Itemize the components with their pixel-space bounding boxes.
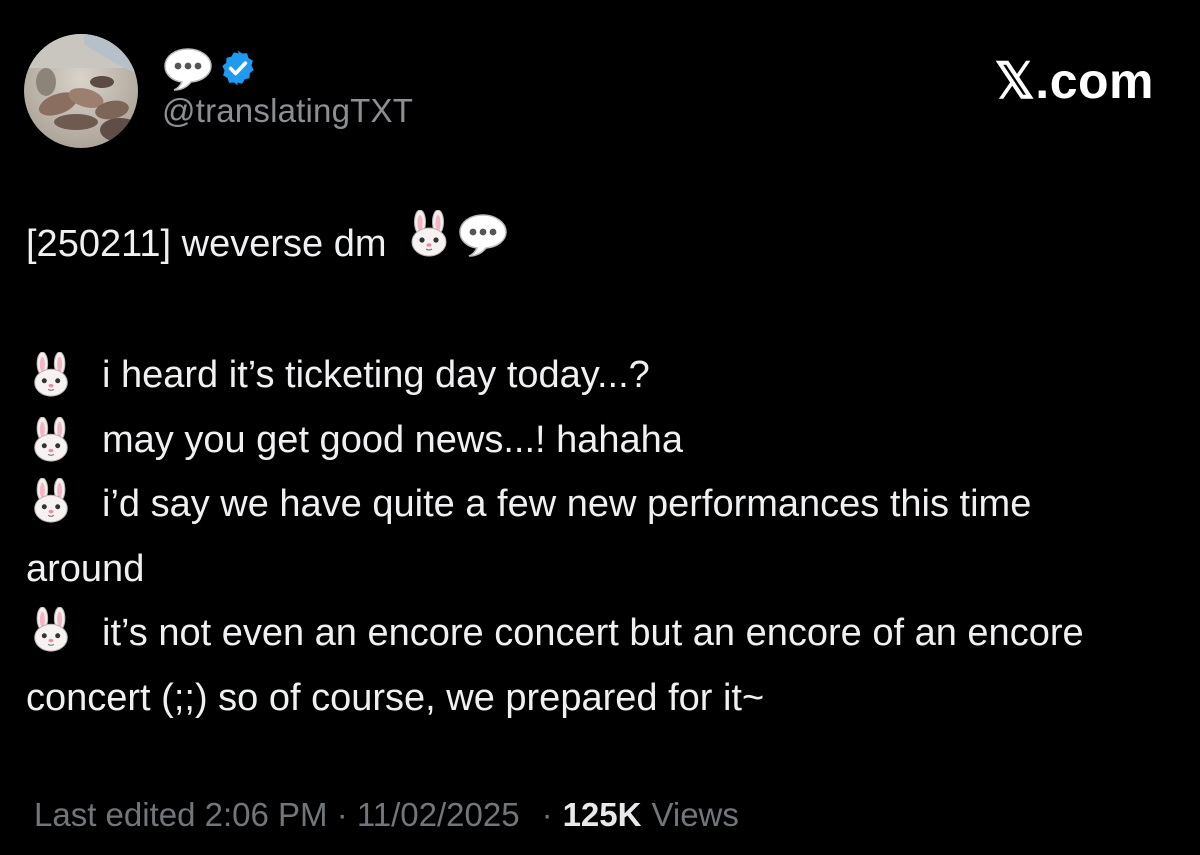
author-handle[interactable]: @translatingTXT: [162, 92, 413, 130]
rabbit-face-icon: [26, 606, 80, 653]
tweet-title: [250211] weverse dm: [26, 223, 387, 265]
avatar[interactable]: [24, 34, 138, 148]
tweet-line-text: i’d say we have quite a few new performa…: [26, 483, 1032, 590]
views-label: Views: [651, 796, 739, 833]
tweet-title-line: [250211] weverse dm: [26, 209, 1146, 279]
speech-bubble-icon: [164, 48, 212, 91]
rabbit-face-icon: [26, 477, 80, 524]
edited-timestamp[interactable]: Last edited 2:06 PM · 11/02/2025: [34, 796, 520, 834]
tweet-line: it’s not even an encore concert but an e…: [26, 601, 1146, 730]
tweet-line: i’d say we have quite a few new performa…: [26, 472, 1146, 601]
avatar-image: [24, 34, 138, 148]
display-name[interactable]: [162, 44, 258, 92]
rabbit-face-icon: [26, 416, 80, 463]
tweet-text: [250211] weverse dm i heard it’s ticketi…: [26, 209, 1146, 730]
tweet-line-text: i heard it’s ticketing day today...?: [102, 354, 650, 396]
rabbit-face-icon: [26, 351, 80, 398]
rabbit-face-icon: [405, 209, 453, 279]
tweet-line: i heard it’s ticketing day today...?: [26, 343, 1146, 408]
tweet-line-text: may you get good news...! hahaha: [102, 418, 683, 461]
x-brand-logo: 𝕏.com: [994, 53, 1154, 109]
tweet-line-text: it’s not even an encore concert but an e…: [26, 612, 1084, 719]
meta-separator: ·: [541, 796, 553, 833]
views-count: 125K: [562, 796, 642, 833]
tweet-line: may you get good news...! hahaha: [26, 408, 1146, 473]
tweet-meta: Last edited 2:06 PM · 11/02/2025 · 125K …: [34, 796, 739, 834]
speech-bubble-icon: [457, 210, 509, 279]
verified-badge-icon: [222, 50, 254, 86]
